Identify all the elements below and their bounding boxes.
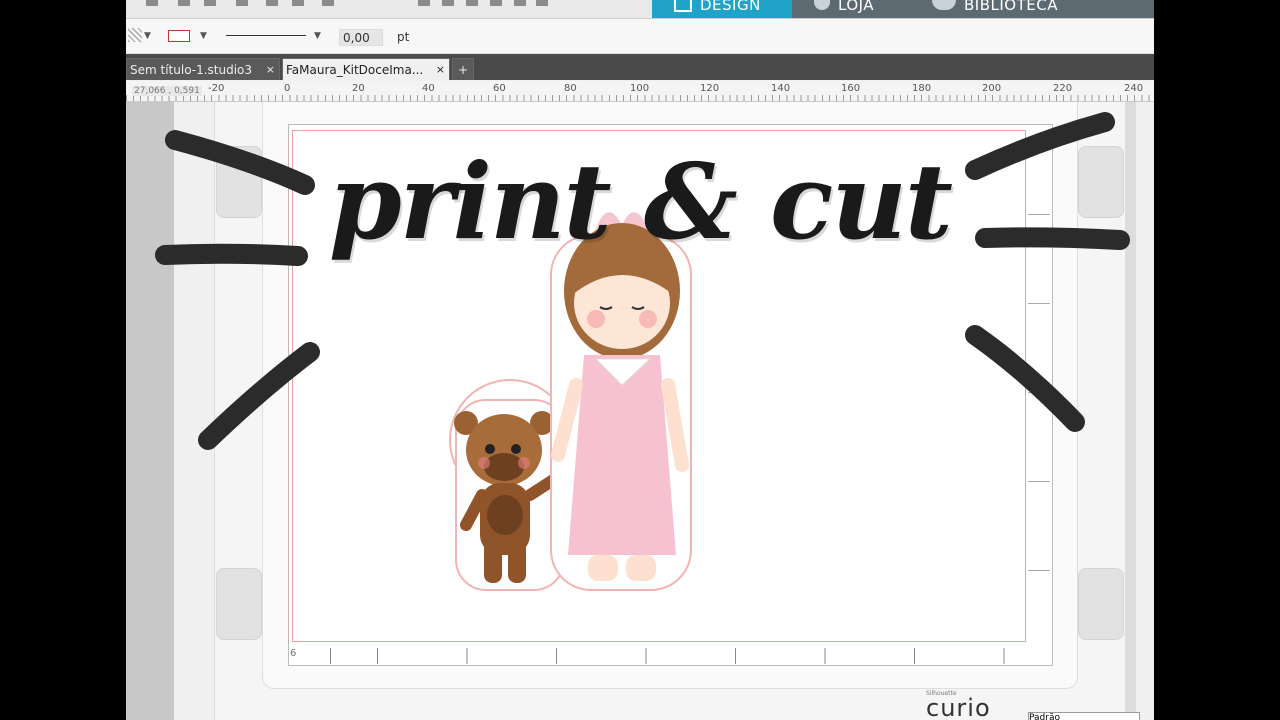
- ruler-label: 240: [1124, 83, 1144, 94]
- doc-tab[interactable]: Sem título-1.studio3 ×: [126, 58, 280, 80]
- mat-grip: [1078, 568, 1124, 640]
- chevron-down-icon[interactable]: ▼: [144, 31, 151, 41]
- doc-tab-label: FaMaura_KitDoceIma...: [286, 63, 424, 77]
- close-icon[interactable]: ×: [436, 59, 445, 80]
- ruler-ticks: [126, 95, 1154, 101]
- tab-design-label: DESIGN: [700, 0, 761, 14]
- close-icon[interactable]: ×: [266, 59, 275, 80]
- chevron-down-icon[interactable]: ▼: [314, 31, 321, 41]
- tab-design[interactable]: DESIGN: [652, 0, 792, 18]
- ruler-label: 120: [700, 83, 720, 94]
- fill-pattern-swatch[interactable]: [128, 28, 142, 42]
- tab-loja[interactable]: LOJA: [792, 0, 910, 18]
- toolbar-icon[interactable]: [292, 0, 304, 6]
- toolbar-icon[interactable]: [536, 0, 548, 6]
- doc-tab-label: Sem título-1.studio3: [130, 63, 253, 77]
- line-style-swatch[interactable]: [226, 35, 306, 36]
- ruler-label: -20: [208, 83, 225, 94]
- ruler-label: 80: [564, 83, 577, 94]
- ruler-label: 40: [422, 83, 435, 94]
- tab-loja-label: LOJA: [838, 0, 875, 14]
- page-ruler-marks: [288, 648, 1051, 664]
- line-style-toolbar: ▼ ▼ ▼ 0,00 pt: [126, 19, 1154, 54]
- page-ruler-marks: [1028, 130, 1050, 640]
- tab-biblioteca[interactable]: BIBLIOTECA: [910, 0, 1090, 18]
- girl-illustration[interactable]: [550, 212, 692, 591]
- cursor-coordinates: 27,066 , 0,591: [132, 86, 202, 96]
- toolbar-icon[interactable]: [178, 0, 190, 6]
- scroll-track[interactable]: [1126, 102, 1136, 720]
- add-tab-button[interactable]: +: [452, 58, 474, 80]
- grid-icon: [674, 0, 692, 12]
- mat-grip: [216, 146, 262, 218]
- line-weight-input[interactable]: 0,00: [339, 29, 383, 46]
- workspace-margin: [126, 102, 174, 720]
- toolbar-icon[interactable]: [514, 0, 526, 6]
- toolbar-icon[interactable]: [490, 0, 502, 6]
- send-icon[interactable]: [1090, 0, 1154, 18]
- line-color-swatch[interactable]: [168, 30, 190, 42]
- toolbar-icon[interactable]: [266, 0, 278, 6]
- ruler-label: 60: [493, 83, 506, 94]
- toolbar-icon[interactable]: [466, 0, 478, 6]
- toolbar-icon[interactable]: [322, 0, 334, 6]
- mat-grip: [1078, 146, 1124, 218]
- doc-tab-active[interactable]: FaMaura_KitDoceIma... ×: [282, 58, 450, 80]
- mat-grip: [216, 568, 262, 640]
- toolbar-icon[interactable]: [418, 0, 430, 6]
- nav-tabs: DESIGN LOJA BIBLIOTECA: [652, 0, 1154, 18]
- ruler-label: 0: [284, 83, 291, 94]
- ruler-label: 20: [352, 83, 365, 94]
- tab-biblioteca-label: BIBLIOTECA: [964, 0, 1058, 14]
- page-number: 6: [290, 648, 297, 659]
- ruler-label: 160: [841, 83, 861, 94]
- ruler-label: 180: [912, 83, 932, 94]
- bottom-field[interactable]: Padrão: [1028, 712, 1140, 720]
- document-tabs: Sem título-1.studio3 × FaMaura_KitDoceIm…: [126, 54, 1154, 80]
- ruler-label: 220: [1053, 83, 1073, 94]
- cloud-icon: [932, 0, 956, 10]
- machine-brand: Silhouette curio: [926, 690, 991, 720]
- silhouette-s-icon: [814, 0, 830, 10]
- ruler-label: 100: [630, 83, 650, 94]
- silhouette-studio-window: DESIGN LOJA BIBLIOTECA ▼ ▼ ▼ 0,00 pt Sem…: [126, 0, 1154, 720]
- toolbar-icon[interactable]: [442, 0, 454, 6]
- ruler-label: 200: [982, 83, 1002, 94]
- design-artwork[interactable]: [446, 195, 706, 595]
- toolbar-icon[interactable]: [204, 0, 216, 6]
- line-weight-unit: pt: [397, 30, 410, 44]
- toolbar-icon[interactable]: [146, 0, 158, 6]
- chevron-down-icon[interactable]: ▼: [200, 31, 207, 41]
- ruler-label: 140: [771, 83, 791, 94]
- main-toolbar: DESIGN LOJA BIBLIOTECA: [126, 0, 1154, 19]
- toolbar-icon[interactable]: [236, 0, 248, 6]
- horizontal-ruler: 27,066 , 0,591 -20 0 20 40 60 80 100 120…: [126, 81, 1154, 102]
- brand-logo: curio: [926, 694, 991, 720]
